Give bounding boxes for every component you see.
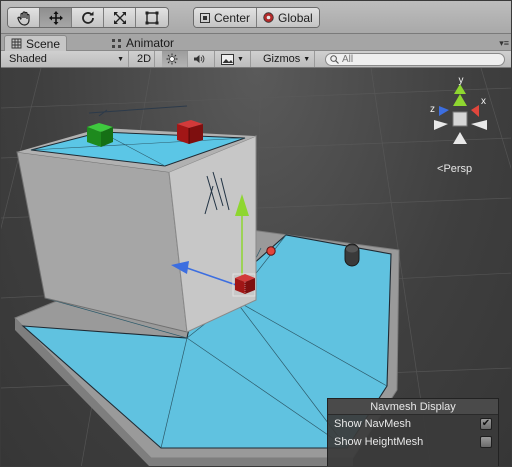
tab-scene-label: Scene [26, 36, 61, 51]
scale-tool-button[interactable] [104, 8, 136, 27]
navmesh-display-panel: Navmesh Display Show NavMesh ✔ Show Heig… [327, 398, 499, 466]
animator-icon [112, 38, 121, 48]
axis-z-label: z [430, 104, 435, 115]
red-cube-top [177, 120, 203, 144]
tab-scene[interactable]: Scene [4, 35, 68, 51]
show-navmesh-label: Show NavMesh [334, 418, 412, 430]
sun-icon [166, 53, 178, 65]
scene-grid-icon [11, 38, 22, 49]
scene-effects-dropdown[interactable]: ▼ [217, 51, 251, 67]
image-effects-icon [221, 53, 234, 65]
red-sphere [266, 246, 276, 256]
transform-tools [7, 7, 169, 28]
shading-mode-dropdown[interactable]: Shaded ▼ [5, 51, 129, 67]
pivot-center-icon [200, 12, 210, 23]
toggle-2d-label: 2D [137, 53, 152, 65]
capsule-agent [344, 243, 360, 267]
tab-animator-label: Animator [126, 36, 175, 50]
show-heightmesh-row[interactable]: Show HeightMesh [328, 433, 498, 451]
unity-editor-window: Center Global Scene Animator ▾≡ Shaded ▼… [0, 0, 512, 467]
tab-bar: Scene Animator ▾≡ [1, 34, 511, 51]
main-toolbar: Center Global [1, 1, 511, 34]
rect-tool-button[interactable] [136, 8, 168, 27]
scale-icon [113, 11, 126, 24]
orientation-gizmo: y x z [430, 75, 487, 144]
scene-control-bar: Shaded ▼ 2D ▼ Gizmos ▼ [1, 51, 511, 68]
dropdown-arrow-icon: ▼ [303, 55, 311, 63]
rotate-tool-button[interactable] [72, 8, 104, 27]
rect-transform-icon [145, 11, 159, 24]
global-rotation-icon [263, 12, 274, 23]
rotate-icon [81, 11, 94, 24]
gizmos-dropdown[interactable]: Gizmos ▼ [259, 51, 315, 67]
scene-viewport[interactable]: y x z <Persp Navmesh Display Show NavMes… [1, 68, 511, 466]
tab-animator[interactable]: Animator [105, 35, 180, 51]
toggle-2d-button[interactable]: 2D [133, 51, 155, 67]
tab-menu-icon[interactable]: ▾≡ [499, 38, 509, 49]
pivot-toggles: Center Global [193, 7, 320, 28]
dropdown-arrow-icon: ▼ [237, 55, 244, 63]
move-arrows-icon [48, 10, 63, 25]
shading-mode-value: Shaded [9, 53, 47, 65]
show-heightmesh-label: Show HeightMesh [334, 436, 424, 448]
navmesh-panel-title: Navmesh Display [328, 399, 498, 415]
hierarchy-search [325, 53, 505, 66]
pivot-global-label: Global [278, 10, 313, 25]
show-navmesh-row[interactable]: Show NavMesh ✔ [328, 415, 498, 433]
scene-audio-toggle[interactable] [189, 51, 215, 67]
hand-icon [16, 10, 30, 26]
gizmos-label: Gizmos [263, 53, 301, 65]
dropdown-arrow-icon: ▼ [117, 55, 124, 63]
axis-x-label: x [481, 96, 486, 107]
box-front-face [16, 151, 188, 333]
search-icon [330, 55, 339, 64]
speaker-icon [194, 55, 205, 63]
show-heightmesh-checkbox[interactable] [480, 436, 492, 448]
pivot-center-button[interactable]: Center [194, 8, 258, 27]
hand-tool-button[interactable] [8, 8, 40, 27]
pivot-center-label: Center [214, 10, 251, 25]
pivot-global-button[interactable]: Global [257, 8, 319, 27]
show-navmesh-checkbox[interactable]: ✔ [480, 418, 492, 430]
move-tool-button[interactable] [40, 8, 72, 27]
projection-toggle[interactable]: <Persp [437, 163, 472, 175]
scene-lighting-toggle[interactable] [162, 51, 188, 67]
search-input[interactable] [342, 54, 492, 65]
axis-y-label: y [459, 75, 464, 86]
projection-label: Persp [443, 163, 473, 175]
